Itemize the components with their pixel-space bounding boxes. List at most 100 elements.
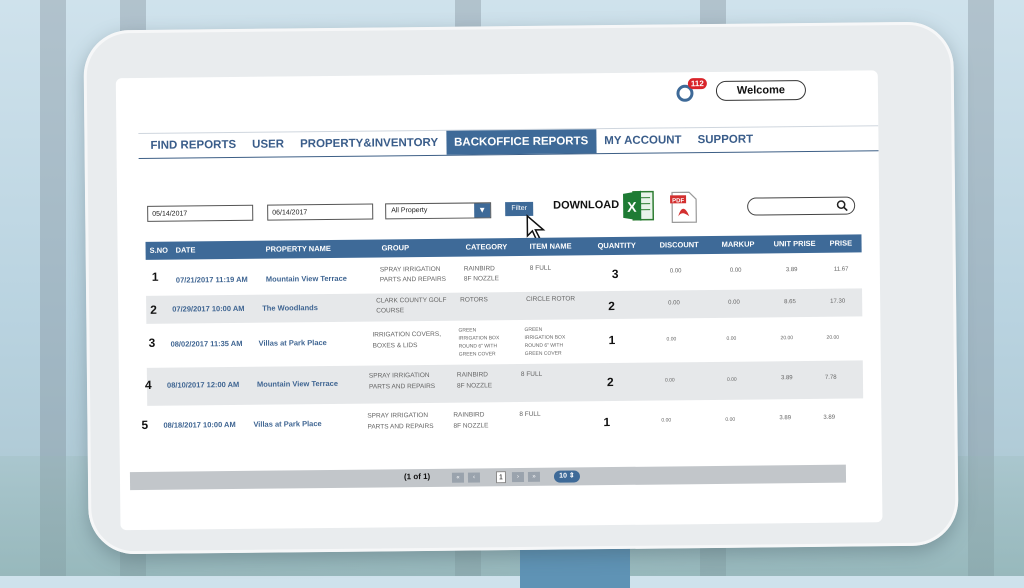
col-category: CATEGORY	[465, 238, 507, 256]
download-label: DOWNLOAD	[553, 199, 619, 212]
row-group: PARTS AND REPAIRS	[367, 422, 433, 433]
row-price: 11.67	[834, 267, 849, 273]
end-date-input[interactable]: 06/14/2017	[267, 204, 373, 221]
row-date[interactable]: 07/21/2017 11:19 AM	[176, 275, 248, 285]
nav-user[interactable]: USER	[244, 132, 292, 157]
nav-backoffice-reports[interactable]: BACKOFFICE REPORTS	[446, 129, 596, 155]
row-group: COURSE	[376, 306, 404, 316]
row-group: PARTS AND REPAIRS	[369, 382, 435, 393]
row-category: 8F NOZZLE	[457, 381, 492, 391]
row-markup: 0.00	[727, 336, 737, 342]
start-date-input[interactable]: 05/14/2017	[147, 205, 253, 222]
row-unit: 3.89	[786, 267, 798, 273]
prev-page-icon[interactable]: ‹	[468, 472, 480, 482]
svg-text:PDF: PDF	[672, 198, 684, 204]
row-category: RAINBIRD	[457, 370, 488, 380]
app-screen: 112 Welcome FIND REPORTS USER PROPERTY&I…	[116, 70, 883, 530]
row-discount: 0.00	[667, 336, 677, 342]
row-date[interactable]: 08/02/2017 11:35 AM	[171, 339, 243, 349]
row-category: GREEN COVER	[459, 350, 496, 358]
col-item-name: ITEM NAME	[529, 237, 571, 255]
nav-property-inventory[interactable]: PROPERTY&INVENTORY	[292, 131, 446, 157]
welcome-button[interactable]: Welcome	[716, 80, 806, 101]
col-group: GROUP	[381, 239, 409, 257]
row-property[interactable]: Villas at Park Place	[259, 338, 327, 348]
row-price: 3.89	[823, 415, 835, 421]
row-qty: 2	[607, 375, 614, 389]
row-unit: 20.00	[781, 335, 794, 341]
row-qty: 1	[608, 333, 615, 347]
monitor: 112 Welcome FIND REPORTS USER PROPERTY&I…	[83, 21, 958, 554]
monitor-stand	[520, 548, 630, 588]
row-markup: 0.00	[728, 300, 740, 306]
row-markup: 0.00	[730, 268, 742, 274]
row-sno: 4	[145, 378, 152, 392]
last-page-icon[interactable]: »	[528, 472, 540, 482]
row-price: 7.78	[825, 375, 837, 381]
row-item: GREEN COVER	[525, 350, 562, 358]
row-sno: 2	[150, 303, 157, 317]
row-item: 8 FULL	[521, 370, 542, 380]
current-page[interactable]: 1	[496, 471, 506, 483]
row-date[interactable]: 08/10/2017 12:00 AM	[167, 380, 239, 390]
excel-icon[interactable]: X	[621, 188, 657, 224]
row-category: RAINBIRD	[464, 264, 495, 274]
first-page-icon[interactable]: «	[452, 473, 464, 483]
row-group: SPRAY IRRIGATION	[369, 371, 430, 382]
next-page-icon[interactable]: ›	[512, 472, 524, 482]
page-indicator: (1 of 1)	[404, 472, 430, 481]
row-qty: 1	[603, 415, 610, 429]
table-row[interactable]: 5 08/18/2017 10:00 AM Villas at Park Pla…	[147, 398, 863, 445]
pdf-icon[interactable]: PDF	[669, 190, 699, 224]
chevron-down-icon[interactable]: ▼	[474, 203, 490, 217]
nav-support[interactable]: SUPPORT	[689, 127, 761, 152]
search-input[interactable]	[747, 196, 855, 215]
row-unit: 3.89	[779, 415, 791, 421]
row-property[interactable]: Villas at Park Place	[253, 419, 321, 429]
col-date: DATE	[175, 241, 195, 259]
nav-find-reports[interactable]: FIND REPORTS	[142, 133, 244, 158]
row-qty: 3	[612, 267, 619, 281]
row-property[interactable]: Mountain View Terrace	[266, 274, 347, 284]
row-price: 20.00	[827, 335, 840, 341]
row-price: 17.30	[830, 299, 845, 305]
row-category: ROTORS	[460, 295, 488, 305]
row-item: 8 FULL	[530, 264, 551, 274]
row-category: 8F NOZZLE	[453, 421, 488, 431]
row-unit: 3.89	[781, 375, 793, 381]
row-group: PARTS AND REPAIRS	[380, 275, 446, 286]
row-group: BOXES & LIDS	[373, 341, 418, 351]
row-discount: 0.00	[670, 268, 682, 274]
row-item: 8 FULL	[519, 410, 540, 420]
row-group: SPRAY IRRIGATION	[367, 411, 428, 422]
svg-text:X: X	[627, 199, 637, 215]
row-sno: 3	[148, 336, 155, 350]
pagination-bar: (1 of 1) « ‹ 1 › » 10 ⇕	[130, 465, 846, 490]
nav-my-account[interactable]: MY ACCOUNT	[596, 128, 690, 153]
row-date[interactable]: 07/29/2017 10:00 AM	[172, 304, 244, 314]
row-qty: 2	[608, 299, 615, 313]
property-select[interactable]: All Property ▼	[385, 202, 491, 219]
row-item: GREEN	[524, 326, 542, 334]
row-property[interactable]: The Woodlands	[262, 303, 318, 313]
row-group: CLARK COUNTY GOLF	[376, 296, 446, 307]
col-discount: DISCOUNT	[659, 236, 698, 254]
row-property[interactable]: Mountain View Terrace	[257, 379, 338, 389]
row-group: SPRAY IRRIGATION	[380, 265, 441, 276]
row-markup: 0.00	[727, 377, 737, 383]
row-category: RAINBIRD	[453, 410, 484, 420]
row-discount: 0.00	[661, 417, 671, 423]
row-discount: 0.00	[665, 377, 675, 383]
table-row[interactable]: 3 08/02/2017 11:35 AM Villas at Park Pla…	[146, 316, 862, 367]
row-sno: 1	[152, 270, 159, 284]
notification-badge: 112	[688, 78, 707, 89]
col-markup: MARKUP	[721, 236, 754, 254]
search-icon[interactable]	[836, 200, 848, 212]
main-nav: FIND REPORTS USER PROPERTY&INVENTORY BAC…	[138, 125, 878, 159]
page-size-select[interactable]: 10 ⇕	[554, 470, 580, 482]
row-category: 8F NOZZLE	[464, 274, 499, 284]
col-unit-prise: UNIT PRISE	[773, 235, 815, 253]
row-date[interactable]: 08/18/2017 10:00 AM	[163, 420, 235, 430]
property-select-value: All Property	[391, 207, 427, 214]
col-property: PROPERTY NAME	[265, 240, 330, 259]
